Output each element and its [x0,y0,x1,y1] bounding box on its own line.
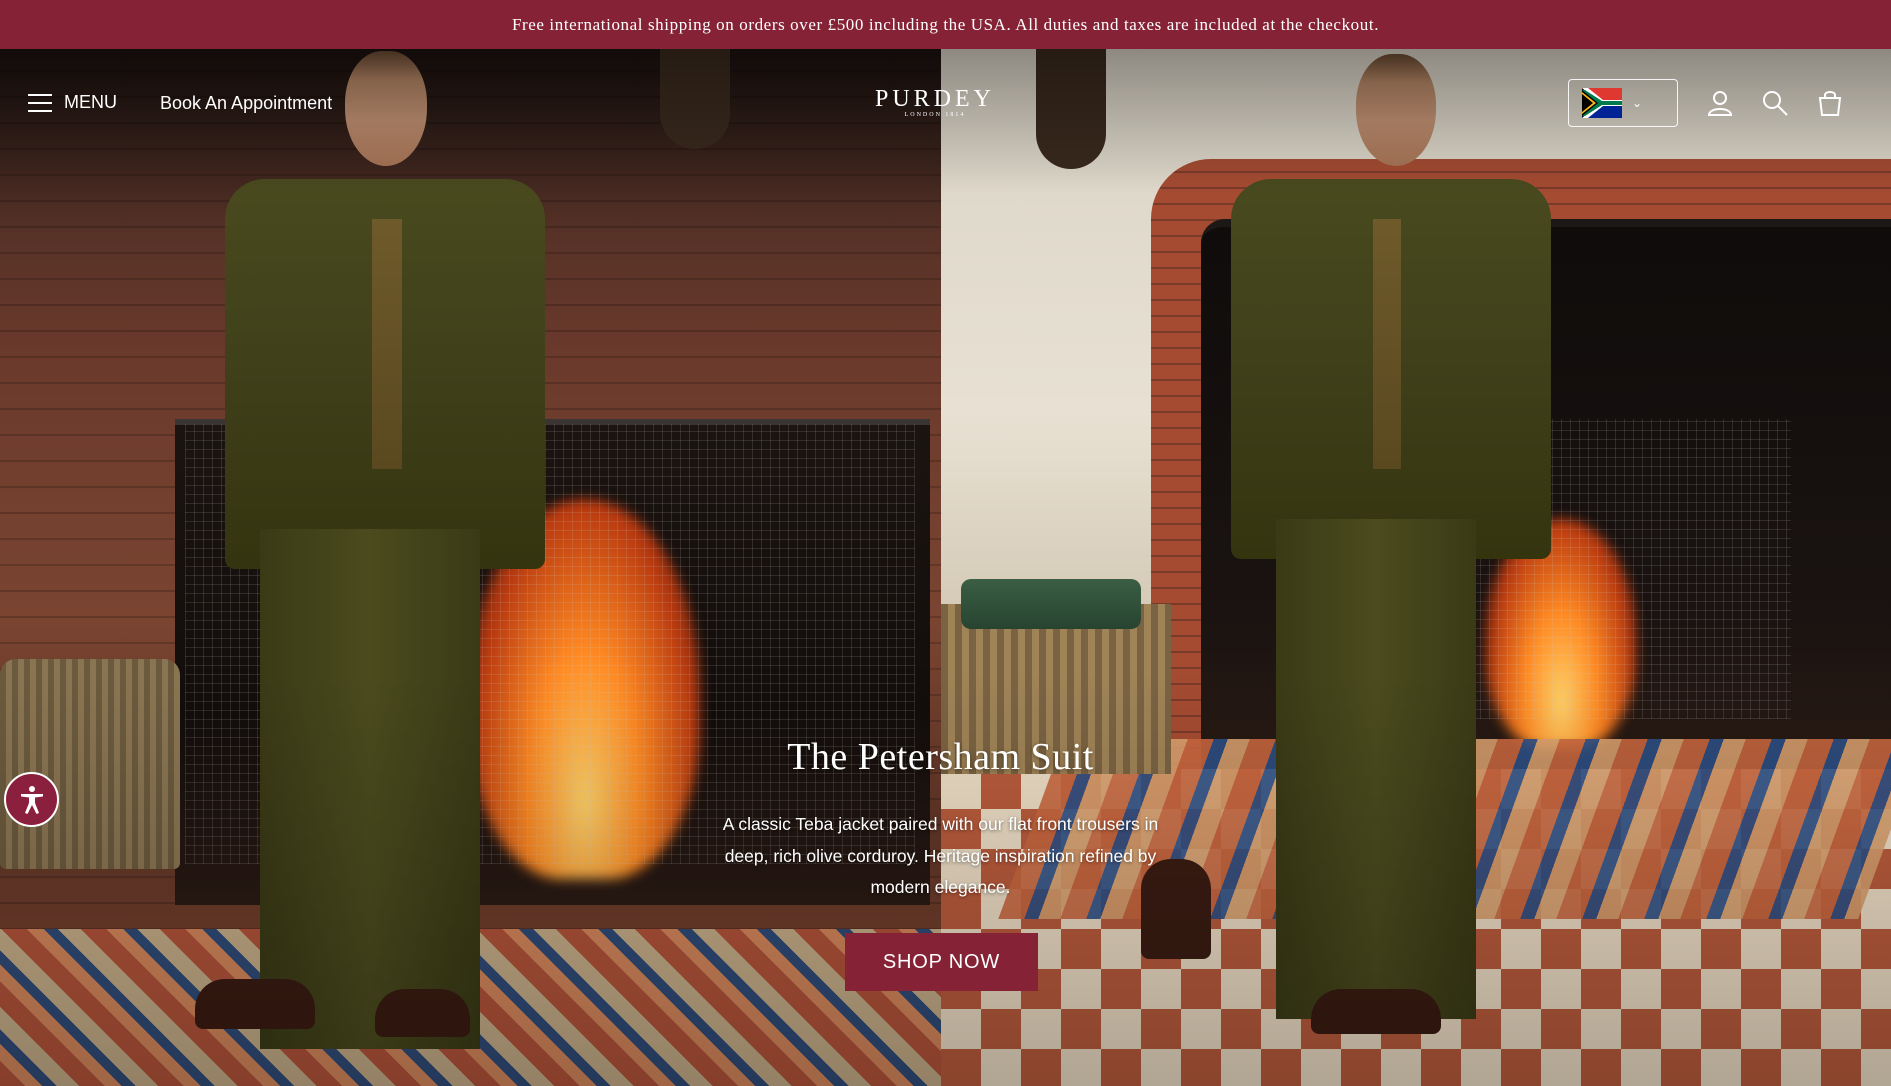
book-appointment-link[interactable]: Book An Appointment [160,93,332,114]
south-africa-flag-icon [1582,88,1622,118]
hero-title: The Petersham Suit [787,736,1094,778]
announcement-bar: Free international shipping on orders ov… [0,0,1891,49]
accessibility-icon [20,785,43,814]
accessibility-button[interactable] [4,772,59,827]
cart-icon[interactable] [1815,88,1845,118]
account-icon[interactable] [1705,88,1735,118]
purdey-logo[interactable]: PURDEY LONDON 1814 [872,87,998,118]
shop-now-button[interactable]: SHOP NOW [845,933,1038,991]
menu-label: MENU [64,92,117,112]
hamburger-icon [28,93,52,112]
logo-wordmark: PURDEY [874,86,995,112]
logo-tagline: LONDON 1814 [904,112,966,118]
hero-description: A classic Teba jacket paired with our fl… [722,814,1159,897]
chevron-down-icon: ⌄ [1632,96,1643,110]
search-icon[interactable] [1760,88,1790,118]
hero-banner [0,49,1891,1086]
country-selector[interactable]: ⌄ [1568,79,1678,127]
menu-button[interactable]: MENU [28,92,117,113]
image-overlay [0,49,1891,1086]
announcement-text: Free international shipping on orders ov… [511,14,1380,34]
